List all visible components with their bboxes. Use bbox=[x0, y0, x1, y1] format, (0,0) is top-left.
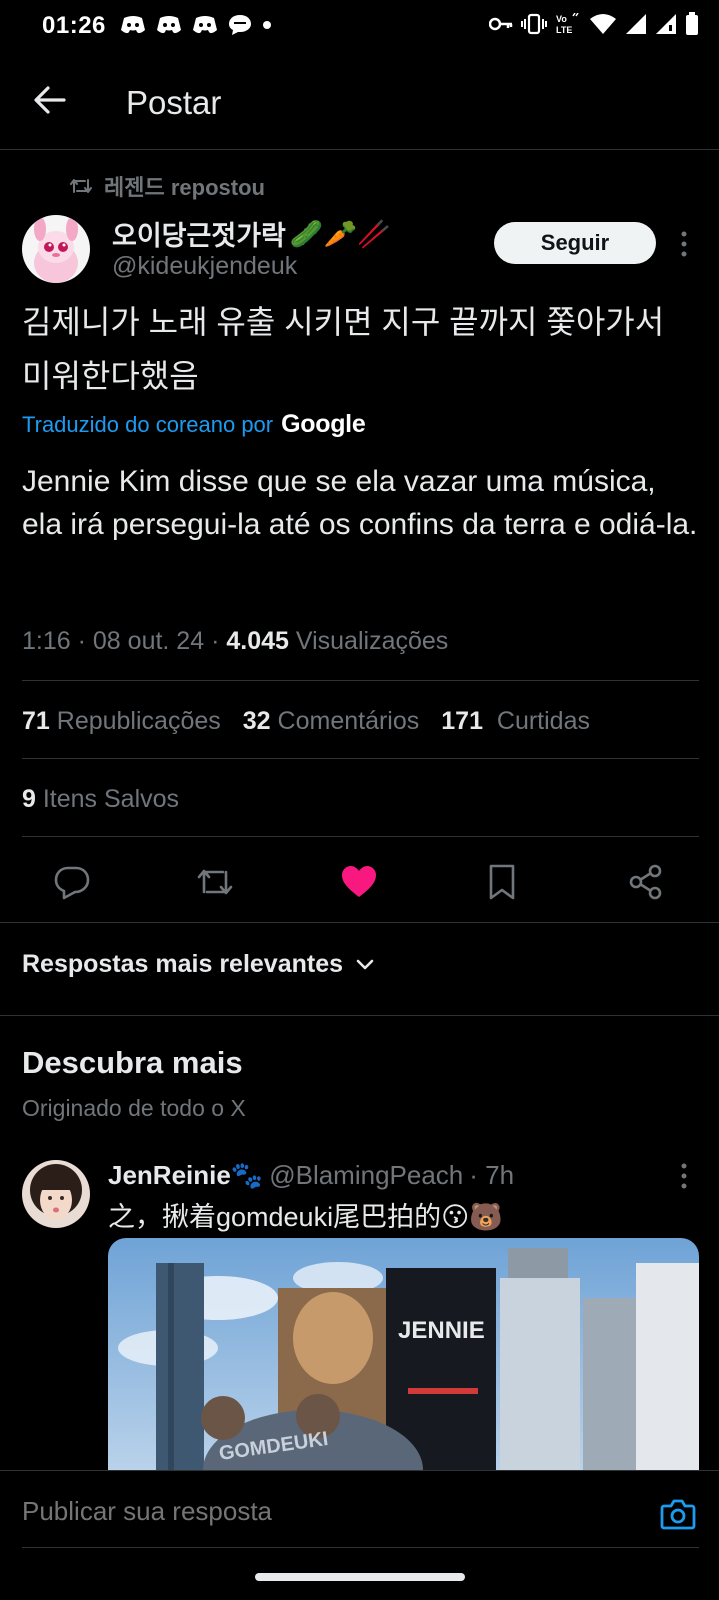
author-avatar[interactable] bbox=[22, 215, 90, 283]
repost-icon bbox=[197, 869, 233, 895]
discord-icon bbox=[157, 16, 181, 34]
reposts-stat[interactable]: 71 Republicações bbox=[22, 707, 221, 736]
reposts-label: Republicações bbox=[56, 707, 221, 735]
repost-by-label: 레젠드 repostou bbox=[104, 175, 265, 200]
camera-icon bbox=[660, 1499, 696, 1530]
top-bar: Postar bbox=[0, 60, 719, 150]
comments-label: Comentários bbox=[277, 707, 420, 735]
saved-count: 9 bbox=[22, 785, 36, 813]
more-vertical-icon bbox=[681, 231, 687, 257]
battery-icon bbox=[686, 12, 698, 35]
likes-stat[interactable]: 171 Curtidas bbox=[441, 707, 590, 736]
google-logo: Google bbox=[281, 410, 366, 438]
discord-icon bbox=[193, 16, 217, 34]
post-text: 김제니가 노래 유출 시키면 지구 끝까지 쫓아가서 미워한다했음 bbox=[22, 304, 665, 394]
heart-filled-icon bbox=[342, 866, 376, 897]
saved-label: Itens Salvos bbox=[42, 785, 180, 813]
discover-post-age: · 7h bbox=[469, 1160, 515, 1190]
reply-input[interactable] bbox=[22, 1496, 622, 1527]
avatar-image bbox=[22, 1160, 90, 1228]
divider bbox=[22, 1547, 699, 1548]
post-actions bbox=[0, 862, 719, 912]
svg-text:Vo: Vo bbox=[556, 14, 567, 24]
translation-attribution: Traduzido do coreano por Google bbox=[22, 410, 366, 439]
signal-icon bbox=[626, 14, 646, 34]
divider bbox=[0, 922, 719, 923]
status-time: 01:26 bbox=[42, 12, 106, 39]
bookmark-icon bbox=[489, 864, 515, 900]
comment-icon bbox=[54, 866, 90, 900]
likes-label: Curtidas bbox=[496, 707, 590, 735]
discover-subtitle: Originado de todo o X bbox=[22, 1095, 246, 1121]
vibrate-icon bbox=[521, 13, 547, 35]
svg-text:JENNIE: JENNIE bbox=[398, 1317, 485, 1344]
camera-button[interactable] bbox=[658, 1494, 698, 1534]
divider bbox=[22, 836, 699, 837]
gesture-navigation-bar[interactable] bbox=[255, 1573, 465, 1581]
dot-icon bbox=[263, 21, 271, 29]
divider bbox=[0, 1015, 719, 1016]
volte-icon: VoLTE bbox=[556, 13, 579, 35]
key-icon bbox=[489, 17, 513, 31]
translated-text: Jennie Kim disse que se ela vazar uma mú… bbox=[22, 465, 698, 541]
more-options-button[interactable] bbox=[676, 230, 692, 258]
discover-author-name[interactable]: JenReinie🐾 bbox=[108, 1160, 263, 1191]
discover-title: Descubra mais bbox=[22, 1045, 243, 1080]
follow-button[interactable]: Seguir bbox=[494, 222, 656, 264]
discord-icon bbox=[121, 16, 145, 34]
repost-icon bbox=[70, 179, 92, 193]
saved-stat[interactable]: 9 Itens Salvos bbox=[22, 785, 179, 814]
share-button[interactable] bbox=[626, 862, 666, 902]
more-vertical-icon bbox=[681, 1163, 687, 1189]
replies-sort-label: Respostas mais relevantes bbox=[22, 950, 344, 978]
translated-label[interactable]: Traduzido do coreano por bbox=[22, 412, 273, 438]
bookmark-button[interactable] bbox=[482, 862, 522, 902]
discover-post-media[interactable]: JENNIE GOMDEUKI bbox=[108, 1238, 699, 1470]
share-icon bbox=[629, 864, 662, 900]
repost-button[interactable] bbox=[195, 862, 235, 902]
system-icons: Vo LTE bbox=[489, 12, 699, 36]
back-arrow-icon bbox=[34, 86, 66, 114]
repost-indicator[interactable]: 레젠드 repostou bbox=[70, 170, 265, 202]
status-bar: 01:26 Vo LTE bbox=[0, 0, 719, 56]
comments-count: 32 bbox=[242, 707, 271, 735]
post-date: 08 out. 24 bbox=[92, 627, 205, 655]
discover-author-handle[interactable]: @BlamingPeach bbox=[269, 1160, 463, 1191]
reply-button[interactable] bbox=[52, 862, 92, 902]
reposts-count: 71 bbox=[22, 707, 50, 735]
views-label: Visualizações bbox=[295, 627, 449, 655]
post-time: 1:16 bbox=[22, 627, 71, 655]
author-name[interactable]: 오이당근젓가락 🥒🥕🥢 bbox=[112, 214, 391, 253]
wifi-icon bbox=[590, 14, 616, 34]
discover-more-options-button[interactable] bbox=[676, 1162, 692, 1190]
engagement-stats: 71 Republicações 32 Comentários 171 Curt… bbox=[22, 707, 590, 736]
comments-stat[interactable]: 32 Comentários bbox=[243, 707, 420, 736]
author-name-emojis: 🥒🥕🥢 bbox=[289, 218, 391, 249]
replies-sort-dropdown[interactable]: Respostas mais relevantes bbox=[22, 950, 375, 979]
discover-post-text: 之，揪着gomdeuki尾巴拍的😗🐻 bbox=[108, 1202, 503, 1232]
notification-icons bbox=[120, 14, 272, 36]
like-button[interactable] bbox=[339, 862, 379, 902]
divider bbox=[22, 758, 699, 759]
views-count: 4.045 bbox=[226, 627, 289, 655]
signal-icon bbox=[656, 14, 676, 34]
likes-count: 171 bbox=[441, 707, 483, 735]
author-handle[interactable]: @kideukjendeuk bbox=[112, 252, 297, 281]
chevron-down-icon bbox=[356, 959, 374, 969]
discover-post-header: JenReinie🐾 @BlamingPeach · 7h bbox=[108, 1160, 514, 1191]
back-button[interactable] bbox=[30, 80, 70, 120]
avatar-image bbox=[22, 215, 90, 283]
media-image: JENNIE GOMDEUKI bbox=[108, 1238, 699, 1470]
svg-text:LTE: LTE bbox=[556, 25, 572, 35]
author-name-text: 오이당근젓가락 bbox=[112, 221, 286, 251]
chat-bubble-icon bbox=[229, 15, 251, 35]
discover-author-avatar[interactable] bbox=[22, 1160, 90, 1228]
divider bbox=[22, 680, 699, 681]
page-title: Postar bbox=[126, 84, 222, 121]
post-meta: 1:16 · 08 out. 24 · 4.045 Visualizações bbox=[22, 627, 449, 655]
